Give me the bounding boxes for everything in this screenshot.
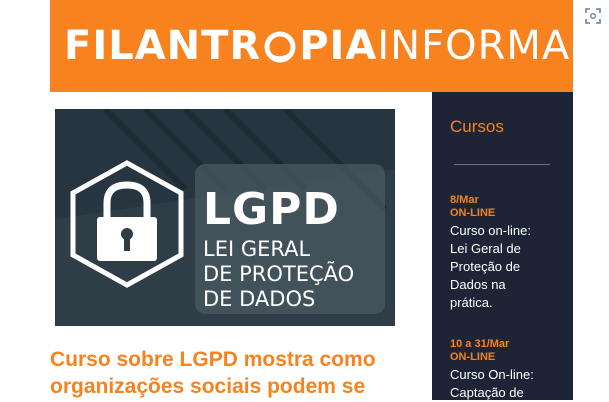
hero-subtitle-line: DE DADOS	[203, 287, 316, 311]
event-mode: ON-LINE	[450, 351, 496, 363]
logo-swirl-icon	[264, 31, 296, 63]
event-title-line: Dados na	[450, 277, 506, 292]
logo-text-part-1: FILANTR	[64, 23, 262, 69]
header-banner: FILANTR PIA INFORMA	[50, 0, 573, 92]
event-title-line: Curso On-line:	[450, 367, 534, 382]
logo-text-part-3: INFORMA	[377, 23, 571, 69]
screenshot-capture-icon[interactable]	[585, 8, 601, 24]
event-title-line: Proteção de	[450, 259, 521, 274]
logo-text-part-2: PIA	[299, 23, 378, 69]
event-title-line: Lei Geral de	[450, 241, 521, 256]
brand-logo[interactable]: FILANTR PIA INFORMA	[64, 24, 570, 68]
newsletter: FILANTR PIA INFORMA LGPD LEI GERAL DE PR…	[50, 0, 573, 400]
hero-image[interactable]: LGPD LEI GERAL DE PROTEÇÃO DE DADOS	[55, 109, 395, 326]
event-title-line: Curso on-line:	[450, 223, 531, 238]
headline-line: Curso sobre LGPD mostra como	[50, 348, 376, 371]
event-date: 10 a 31/Mar	[450, 338, 510, 350]
event-mode: ON-LINE	[450, 207, 496, 219]
hero-title: LGPD	[203, 184, 340, 235]
headline-line: organizações sociais podem se	[50, 375, 366, 398]
sidebar-title: Cursos	[450, 117, 504, 136]
event-title-link[interactable]: Curso on-line: Lei Geral de Proteção de …	[450, 222, 568, 312]
event-title-line: Captação de	[450, 385, 524, 400]
event-date: 8/Mar	[450, 194, 479, 206]
sidebar-divider	[454, 164, 550, 165]
event-title-link[interactable]: Curso On-line: Captação de	[450, 366, 568, 402]
sidebar-courses: Cursos 8/Mar ON-LINE Curso on-line: Lei …	[432, 92, 573, 400]
article-headline[interactable]: Curso sobre LGPD mostra como organizaçõe…	[50, 346, 422, 400]
main-column: LGPD LEI GERAL DE PROTEÇÃO DE DADOS Curs…	[50, 92, 432, 400]
event-title-line: prática.	[450, 295, 493, 310]
hero-subtitle-line: LEI GERAL	[203, 237, 311, 261]
hero-subtitle: LEI GERAL DE PROTEÇÃO DE DADOS	[203, 237, 354, 312]
padlock-hexagon-icon	[70, 160, 184, 288]
hero-subtitle-line: DE PROTEÇÃO	[203, 262, 355, 286]
